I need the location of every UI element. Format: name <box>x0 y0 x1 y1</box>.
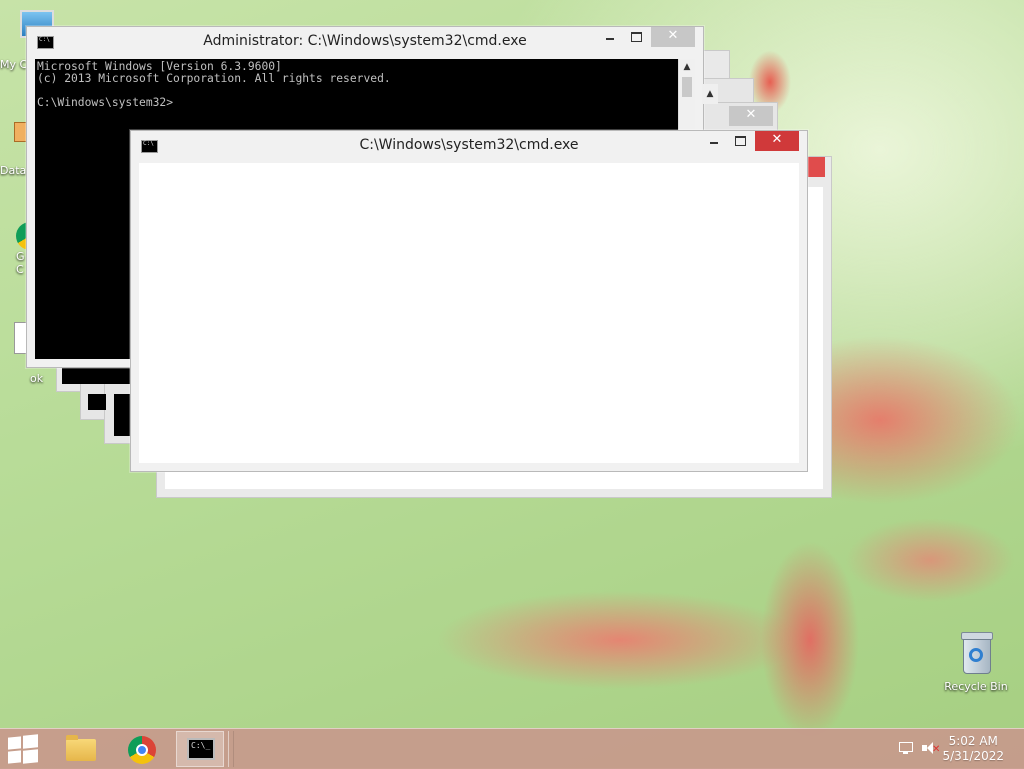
minimize-button[interactable] <box>597 27 623 47</box>
minimize-icon <box>710 142 718 144</box>
taskbar-divider <box>228 731 234 767</box>
minimize-button[interactable] <box>701 131 727 151</box>
close-button[interactable]: ✕ <box>755 131 799 151</box>
close-button[interactable]: ✕ <box>651 27 695 47</box>
network-icon[interactable] <box>898 741 914 755</box>
maximize-icon <box>735 136 746 146</box>
titlebar[interactable]: Administrator: C:\Windows\system32\cmd.e… <box>27 27 703 57</box>
maximize-button[interactable] <box>727 131 753 151</box>
clock-time: 5:02 AM <box>948 734 998 748</box>
minimize-icon <box>606 38 614 40</box>
taskbar: ✕ 5:02 AM 5/31/2022 <box>0 728 1024 769</box>
recycle-bin-icon <box>959 630 993 674</box>
volume-muted-icon[interactable]: ✕ <box>922 741 940 755</box>
close-button[interactable]: ✕ <box>729 106 773 126</box>
taskbar-cmd[interactable] <box>176 731 224 767</box>
chrome-icon <box>128 736 156 764</box>
recycle-bin-label: Recycle Bin <box>944 680 1008 693</box>
maximize-button[interactable] <box>623 27 649 47</box>
scroll-up-arrow-icon[interactable]: ▲ <box>679 59 695 75</box>
titlebar[interactable]: C:\Windows\system32\cmd.exe ✕ <box>131 131 807 161</box>
front-cmd-window[interactable]: C:\Windows\system32\cmd.exe ✕ <box>130 130 808 472</box>
desktop-icon-label: ok <box>30 372 44 385</box>
close-button[interactable] <box>805 157 825 177</box>
taskbar-clock[interactable]: 5:02 AM 5/31/2022 <box>942 734 1004 764</box>
desktop-icon-recycle-bin[interactable]: Recycle Bin <box>940 630 1012 693</box>
ghost-console-fragment <box>62 368 132 384</box>
maximize-icon <box>631 32 642 42</box>
background-window-scroll-up[interactable]: ▲ <box>702 84 718 104</box>
ghost-console-fragment <box>88 394 106 410</box>
taskbar-file-explorer[interactable] <box>56 731 104 767</box>
file-explorer-icon <box>66 735 96 761</box>
cmd-icon <box>187 738 215 760</box>
clock-date: 5/31/2022 <box>942 749 1004 763</box>
scroll-thumb[interactable] <box>682 77 692 97</box>
windows-start-icon[interactable] <box>8 734 38 764</box>
window-client-area[interactable] <box>139 163 799 463</box>
taskbar-chrome[interactable] <box>118 731 166 767</box>
